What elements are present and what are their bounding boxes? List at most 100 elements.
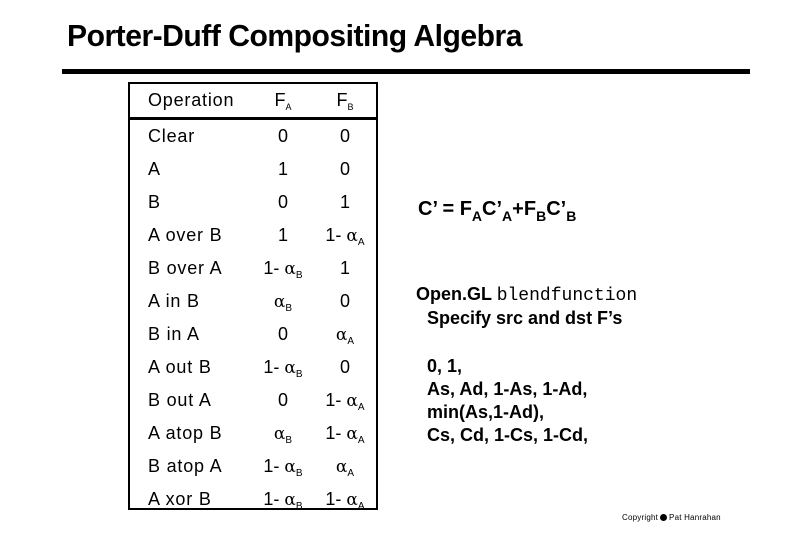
operation-name: A xor B bbox=[148, 489, 212, 509]
table-row: B over A 1- αB 1 bbox=[130, 252, 376, 285]
fa-cell-value: 0 bbox=[277, 324, 288, 344]
fa-cell-value: 1- α bbox=[263, 489, 296, 510]
fa-cell-value: 1- α bbox=[263, 456, 296, 477]
fb-cell-subscript: A bbox=[357, 402, 365, 413]
fb-cell-value: α bbox=[335, 456, 348, 477]
header-fb-label: F bbox=[336, 90, 348, 110]
bullet-icon bbox=[660, 514, 668, 521]
fb-cell-subscript: A bbox=[357, 237, 365, 248]
fa-cell-value: 1 bbox=[277, 159, 288, 179]
fa-cell-value: α bbox=[273, 291, 286, 312]
operation-name: A in B bbox=[148, 291, 200, 311]
porter-duff-table: Operation FA FB Clear 0 0 A 1 0 B 0 1 A over B 1 1-… bbox=[128, 82, 378, 512]
formula-part: +F bbox=[512, 198, 537, 220]
fa-cell-subscript: B bbox=[295, 468, 303, 479]
alpha-symbol: α bbox=[273, 424, 286, 444]
table-row: A over B 1 1- αA bbox=[130, 219, 376, 252]
compositing-formula: C’ = FAC’A+FBC’B bbox=[418, 198, 576, 224]
table-header-row: Operation FA FB bbox=[130, 84, 376, 117]
title-divider bbox=[62, 69, 750, 74]
fb-cell: 1- αA bbox=[310, 483, 380, 523]
formula-sub: A bbox=[471, 208, 483, 224]
formula-sub: B bbox=[536, 208, 547, 224]
opengl-value-line: As, Ad, 1-As, 1-Ad, bbox=[427, 379, 588, 399]
fb-cell-subscript: A bbox=[347, 468, 355, 479]
table-row: A out B 1- αB 0 bbox=[130, 351, 376, 384]
opengl-label: Open.GL bbox=[416, 284, 492, 304]
fa-cell-value: 1 bbox=[277, 225, 288, 245]
alpha-symbol: α bbox=[335, 325, 348, 345]
fb-cell-value: 1 bbox=[339, 258, 350, 278]
fa-cell-subscript: B bbox=[285, 303, 293, 314]
alpha-symbol: α bbox=[284, 358, 296, 378]
opengl-heading: Open.GL blendfunction bbox=[416, 283, 637, 308]
fb-cell-value: 0 bbox=[339, 357, 350, 377]
table-row: B in A 0 αA bbox=[130, 318, 376, 351]
header-fa-label: F bbox=[274, 90, 286, 110]
fa-cell-value: 0 bbox=[277, 390, 288, 410]
table-row: B atop A 1- αB αA bbox=[130, 450, 376, 483]
alpha-symbol: α bbox=[284, 457, 296, 477]
formula-sub: B bbox=[566, 208, 577, 224]
operation-name: A bbox=[148, 159, 161, 179]
fb-cell-value: 1- α bbox=[325, 423, 358, 444]
header-operation: Operation bbox=[148, 90, 235, 110]
copyright-notice: Copyright Pat Hanrahan bbox=[622, 513, 721, 522]
header-fa-sub: A bbox=[285, 102, 292, 112]
fb-cell-subscript: A bbox=[357, 435, 365, 446]
formula-sub: A bbox=[502, 208, 513, 224]
fb-cell-value: 1 bbox=[339, 192, 350, 212]
fb-cell-value: 0 bbox=[339, 126, 350, 146]
alpha-symbol: α bbox=[335, 457, 348, 477]
fa-cell-subscript: B bbox=[285, 435, 293, 446]
fb-cell-value: 1- α bbox=[325, 390, 358, 411]
fa-cell-subscript: B bbox=[295, 369, 303, 380]
opengl-description: Specify src and dst F’s bbox=[427, 308, 623, 328]
operation-name: B in A bbox=[148, 324, 200, 344]
formula-part: C’ bbox=[482, 198, 503, 220]
fa-cell-subscript: B bbox=[295, 270, 303, 281]
formula-part: C’ bbox=[546, 198, 567, 220]
fa-cell-subscript: B bbox=[295, 501, 303, 512]
alpha-symbol: α bbox=[346, 226, 358, 246]
fb-cell-value: 1- α bbox=[325, 489, 358, 510]
fa-cell-value: 0 bbox=[277, 126, 288, 146]
header-fb-sub: B bbox=[347, 102, 354, 112]
opengl-code: blendfunction bbox=[496, 286, 638, 306]
table-row: B 0 1 bbox=[130, 186, 376, 219]
operation-name: B over A bbox=[148, 258, 223, 278]
fa-cell-value: 0 bbox=[277, 192, 288, 212]
table-row: A in B αB 0 bbox=[130, 285, 376, 318]
fb-cell-value: 0 bbox=[339, 291, 350, 311]
alpha-symbol: α bbox=[284, 259, 296, 279]
operation-name: A out B bbox=[148, 357, 212, 377]
fa-cell-value: α bbox=[273, 423, 286, 444]
alpha-symbol: α bbox=[346, 490, 358, 510]
formula-part: C’ = F bbox=[418, 198, 472, 220]
fa-cell: 1- αB bbox=[248, 483, 318, 523]
fa-cell-value: 1- α bbox=[263, 258, 296, 279]
fa-cell-value: 1- α bbox=[263, 357, 296, 378]
fb-cell-value: 0 bbox=[339, 159, 350, 179]
operation-name: Clear bbox=[148, 126, 196, 146]
fb-cell-value: 1- α bbox=[325, 225, 358, 246]
alpha-symbol: α bbox=[346, 391, 358, 411]
table-row: A 1 0 bbox=[130, 153, 376, 186]
alpha-symbol: α bbox=[273, 292, 286, 312]
operation-name: B out A bbox=[148, 390, 212, 410]
alpha-symbol: α bbox=[346, 424, 358, 444]
operation-name: B bbox=[148, 192, 161, 212]
table-row: Clear 0 0 bbox=[130, 120, 376, 153]
fb-cell-subscript: A bbox=[357, 501, 365, 512]
fb-cell-subscript: A bbox=[347, 336, 355, 347]
opengl-value-line: min(As,1-Ad), bbox=[427, 402, 544, 422]
table-row: A atop BαB 1- αA bbox=[130, 417, 376, 450]
alpha-symbol: α bbox=[284, 490, 296, 510]
operation-name: A over B bbox=[148, 225, 223, 245]
copyright-author: Pat Hanrahan bbox=[669, 513, 721, 522]
operation-name: A atop B bbox=[148, 423, 223, 443]
copyright-prefix: Copyright bbox=[622, 513, 659, 522]
fb-cell-value: α bbox=[335, 324, 348, 345]
table-row: B out A 0 1- αA bbox=[130, 384, 376, 417]
opengl-value-line: Cs, Cd, 1-Cs, 1-Cd, bbox=[427, 425, 589, 445]
